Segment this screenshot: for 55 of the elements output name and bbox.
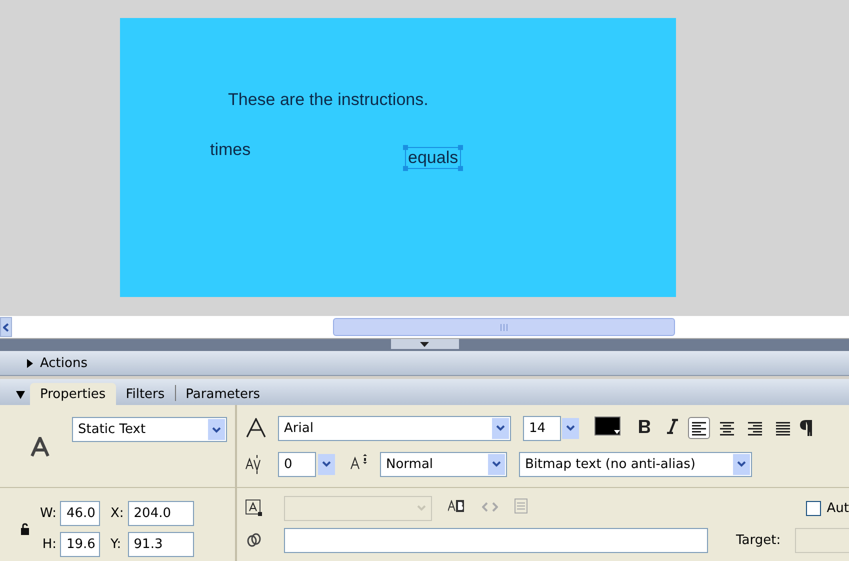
width-field[interactable]: 46.0 <box>60 500 100 526</box>
y-label: Y: <box>110 536 122 552</box>
paragraph-icon <box>800 420 812 436</box>
panel-title: Actions <box>40 356 88 370</box>
italic-icon <box>666 418 678 434</box>
character-position-icon <box>350 454 370 470</box>
panel-tab[interactable]: Filters <box>116 383 175 405</box>
x-field[interactable]: 204.0 <box>128 500 194 526</box>
text-box-icon <box>245 499 263 517</box>
link-icon <box>245 532 263 548</box>
panel-tab[interactable]: Properties <box>30 383 116 405</box>
caret-icon <box>322 461 331 467</box>
caret-icon <box>737 461 746 467</box>
scroll-thumb[interactable] <box>333 318 675 336</box>
font-size-dropdown[interactable] <box>562 418 579 438</box>
stage-text[interactable]: equals <box>406 148 460 168</box>
height-field[interactable]: 19.6 <box>60 532 100 556</box>
height-label: H: <box>41 536 56 552</box>
collapse-handle[interactable] <box>390 339 458 349</box>
y-field[interactable]: 91.3 <box>128 532 194 556</box>
target-field[interactable] <box>794 528 849 552</box>
auto-kern-checkbox[interactable] <box>806 500 821 516</box>
caret-icon <box>212 426 221 432</box>
selectable-text-icon <box>448 500 464 512</box>
grip-icon <box>500 324 508 330</box>
auto-kern-label: Aut <box>826 500 849 516</box>
stage-text[interactable]: times <box>208 140 253 160</box>
font-dropdown[interactable]: Arial <box>278 416 511 440</box>
lock-icon <box>20 522 30 534</box>
caret-icon <box>417 505 426 511</box>
stage-text[interactable]: These are the instructions. <box>226 90 430 110</box>
url-field[interactable] <box>284 528 708 552</box>
target-label: Target: <box>736 532 781 548</box>
down-triangle-icon <box>420 342 429 346</box>
bold-icon <box>637 418 651 434</box>
width-label: W: <box>40 506 56 520</box>
caret-icon <box>496 425 505 431</box>
align-left-button[interactable] <box>688 417 710 439</box>
horizontal-scrollbar[interactable] <box>0 316 849 339</box>
caret-icon <box>566 425 575 431</box>
panel-tab[interactable]: Parameters <box>176 383 270 405</box>
letter-spacing-field[interactable]: 0 <box>278 452 316 476</box>
character-position-dropdown[interactable]: Normal <box>380 452 507 476</box>
caret-icon <box>492 461 501 467</box>
font-icon <box>245 418 267 438</box>
text-type-dropdown[interactable]: Static Text <box>72 417 227 442</box>
html-tags-icon <box>482 502 498 512</box>
color-swatch-icon <box>594 415 622 437</box>
border-icon <box>514 498 528 514</box>
rendering-dropdown[interactable]: Bitmap text (no anti-alias) <box>519 452 752 476</box>
actions-panel-header[interactable]: Actions <box>0 351 849 376</box>
text-tool-icon <box>30 437 50 457</box>
font-size-field[interactable]: 14 <box>523 416 561 440</box>
x-label: X: <box>110 506 124 520</box>
letter-spacing-dropdown[interactable] <box>318 454 335 474</box>
